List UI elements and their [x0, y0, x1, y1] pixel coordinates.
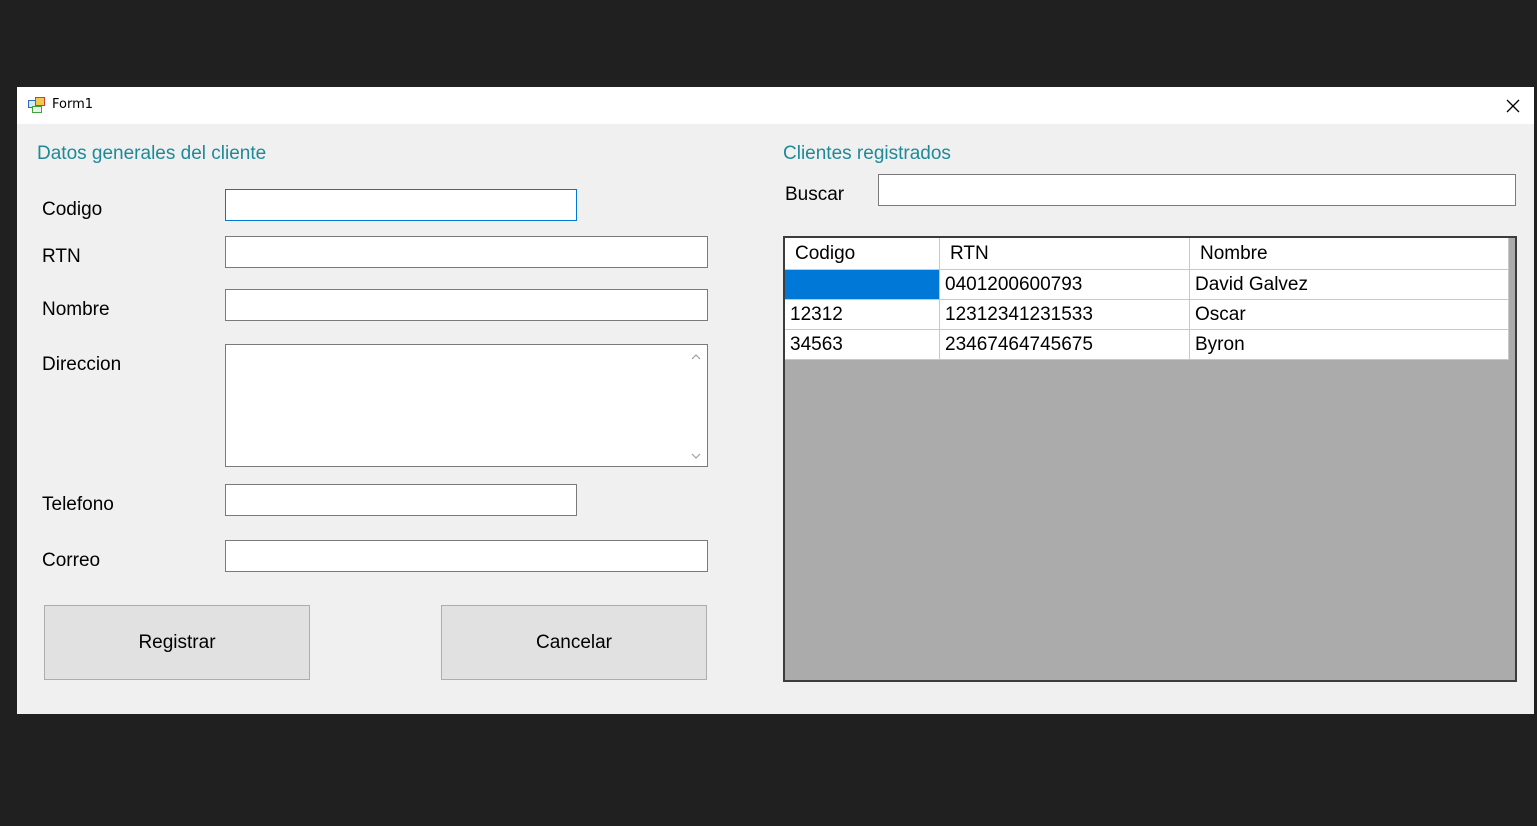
form1-window: Form1 Datos generales del cliente Codigo…	[17, 87, 1534, 714]
table-row[interactable]: 12312 12312341231533 Oscar	[785, 300, 1509, 330]
cell-rtn[interactable]: 12312341231533	[940, 300, 1190, 330]
column-header-codigo[interactable]: Codigo	[785, 238, 940, 270]
cell-codigo[interactable]: 12312	[785, 300, 940, 330]
direccion-textarea[interactable]	[225, 344, 708, 467]
app-icon	[28, 97, 45, 113]
close-button[interactable]	[1492, 87, 1534, 124]
codigo-label: Codigo	[42, 199, 103, 220]
cell-nombre[interactable]: David Galvez	[1190, 270, 1509, 300]
form-section-title: Datos generales del cliente	[37, 143, 267, 164]
column-header-nombre[interactable]: Nombre	[1190, 238, 1509, 270]
correo-field[interactable]	[225, 540, 708, 572]
telefono-field[interactable]	[225, 484, 577, 516]
telefono-label: Telefono	[42, 494, 114, 515]
clients-section-title: Clientes registrados	[783, 143, 951, 164]
telefono-input[interactable]	[226, 485, 576, 515]
column-header-rtn[interactable]: RTN	[940, 238, 1190, 270]
direccion-scrollbar[interactable]	[686, 345, 707, 466]
table-row[interactable]: 34563 23467464745675 Byron	[785, 330, 1509, 360]
nombre-field[interactable]	[225, 289, 708, 321]
table-row[interactable]: 0401200600793 David Galvez	[785, 270, 1509, 300]
cell-rtn[interactable]: 0401200600793	[940, 270, 1190, 300]
search-field[interactable]	[878, 174, 1516, 206]
rtn-label: RTN	[42, 246, 81, 267]
cell-nombre[interactable]: Byron	[1190, 330, 1509, 360]
cell-codigo[interactable]: 34563	[785, 330, 940, 360]
cell-codigo[interactable]	[785, 270, 940, 300]
scroll-down-icon[interactable]	[691, 452, 701, 460]
close-icon	[1506, 99, 1520, 112]
nombre-input[interactable]	[226, 290, 707, 320]
correo-input[interactable]	[226, 541, 707, 571]
cancel-button[interactable]: Cancelar	[441, 605, 707, 680]
rtn-input[interactable]	[226, 237, 707, 267]
clients-grid[interactable]: Codigo RTN Nombre 0401200600793 David Ga…	[783, 236, 1517, 682]
register-button[interactable]: Registrar	[44, 605, 310, 680]
correo-label: Correo	[42, 550, 101, 571]
scroll-up-icon[interactable]	[691, 353, 701, 361]
rtn-field[interactable]	[225, 236, 708, 268]
cell-rtn[interactable]: 23467464745675	[940, 330, 1190, 360]
nombre-label: Nombre	[42, 299, 110, 320]
codigo-input[interactable]	[226, 190, 576, 220]
search-label: Buscar	[785, 184, 845, 205]
codigo-field[interactable]	[225, 189, 577, 221]
title-bar: Form1	[17, 87, 1534, 124]
grid-header-row: Codigo RTN Nombre	[785, 238, 1509, 270]
window-title: Form1	[52, 97, 94, 112]
direccion-label: Direccion	[42, 354, 122, 375]
cell-nombre[interactable]: Oscar	[1190, 300, 1509, 330]
search-input[interactable]	[879, 175, 1515, 205]
